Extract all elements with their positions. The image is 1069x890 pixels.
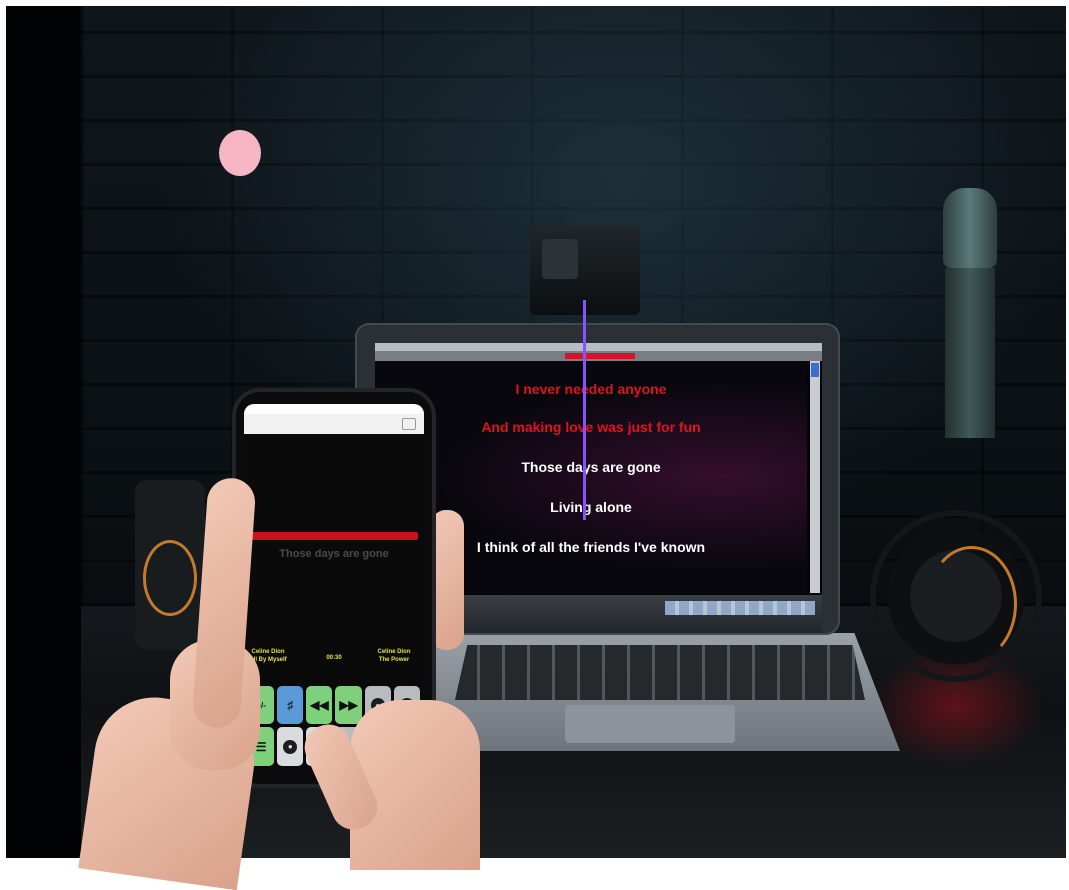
lyric-line: I never needed anyone — [515, 381, 667, 397]
next-song[interactable]: Celine Dion The Power — [372, 648, 416, 664]
speaker — [135, 480, 205, 650]
song-progress-bar[interactable] — [565, 353, 635, 359]
rewind-button[interactable]: ◀◀ — [306, 686, 333, 724]
webcam-lens — [542, 239, 578, 279]
pink-dot — [219, 130, 261, 176]
lyric-line: Those days are gone — [521, 459, 661, 475]
key-button[interactable]: ♯ — [277, 686, 304, 724]
right-hand-fingers — [430, 510, 464, 650]
speaker-ring — [143, 540, 197, 616]
record-icon: ● — [283, 739, 298, 754]
menu-icon[interactable] — [402, 418, 416, 430]
laptop-trackpad — [565, 705, 735, 743]
headphones-ring — [926, 546, 1017, 662]
phone-sung-lyric — [250, 532, 418, 540]
scrollbar-thumb[interactable] — [811, 363, 819, 377]
rewind-icon: ◀◀ — [310, 698, 329, 712]
phone-browser-bar — [244, 414, 424, 434]
phone-current-lyric: Those days are gone — [279, 548, 389, 560]
karaoke-app-toolbar — [375, 351, 822, 361]
key-icon: ♯ — [287, 698, 294, 712]
lyric-line: And making love was just for fun — [481, 419, 701, 435]
left-shadow — [6, 6, 81, 858]
playlist-strip[interactable] — [665, 601, 815, 615]
fast-forward-button[interactable]: ▶▶ — [335, 686, 362, 724]
studio-microphone — [935, 188, 1005, 438]
lyrics-scrollbar[interactable] — [810, 361, 820, 593]
fast-forward-icon: ▶▶ — [339, 698, 358, 712]
karaoke-app-titlebar — [375, 343, 822, 351]
headphones — [870, 510, 1042, 682]
elapsed-time: 00:30 — [326, 655, 342, 661]
microphone-head — [943, 188, 997, 268]
laptop-keyboard — [455, 645, 865, 700]
microphone-body — [945, 268, 995, 438]
phone-status-bar — [244, 404, 424, 414]
record-button[interactable]: ● — [277, 727, 304, 766]
cursor-line — [583, 300, 586, 520]
